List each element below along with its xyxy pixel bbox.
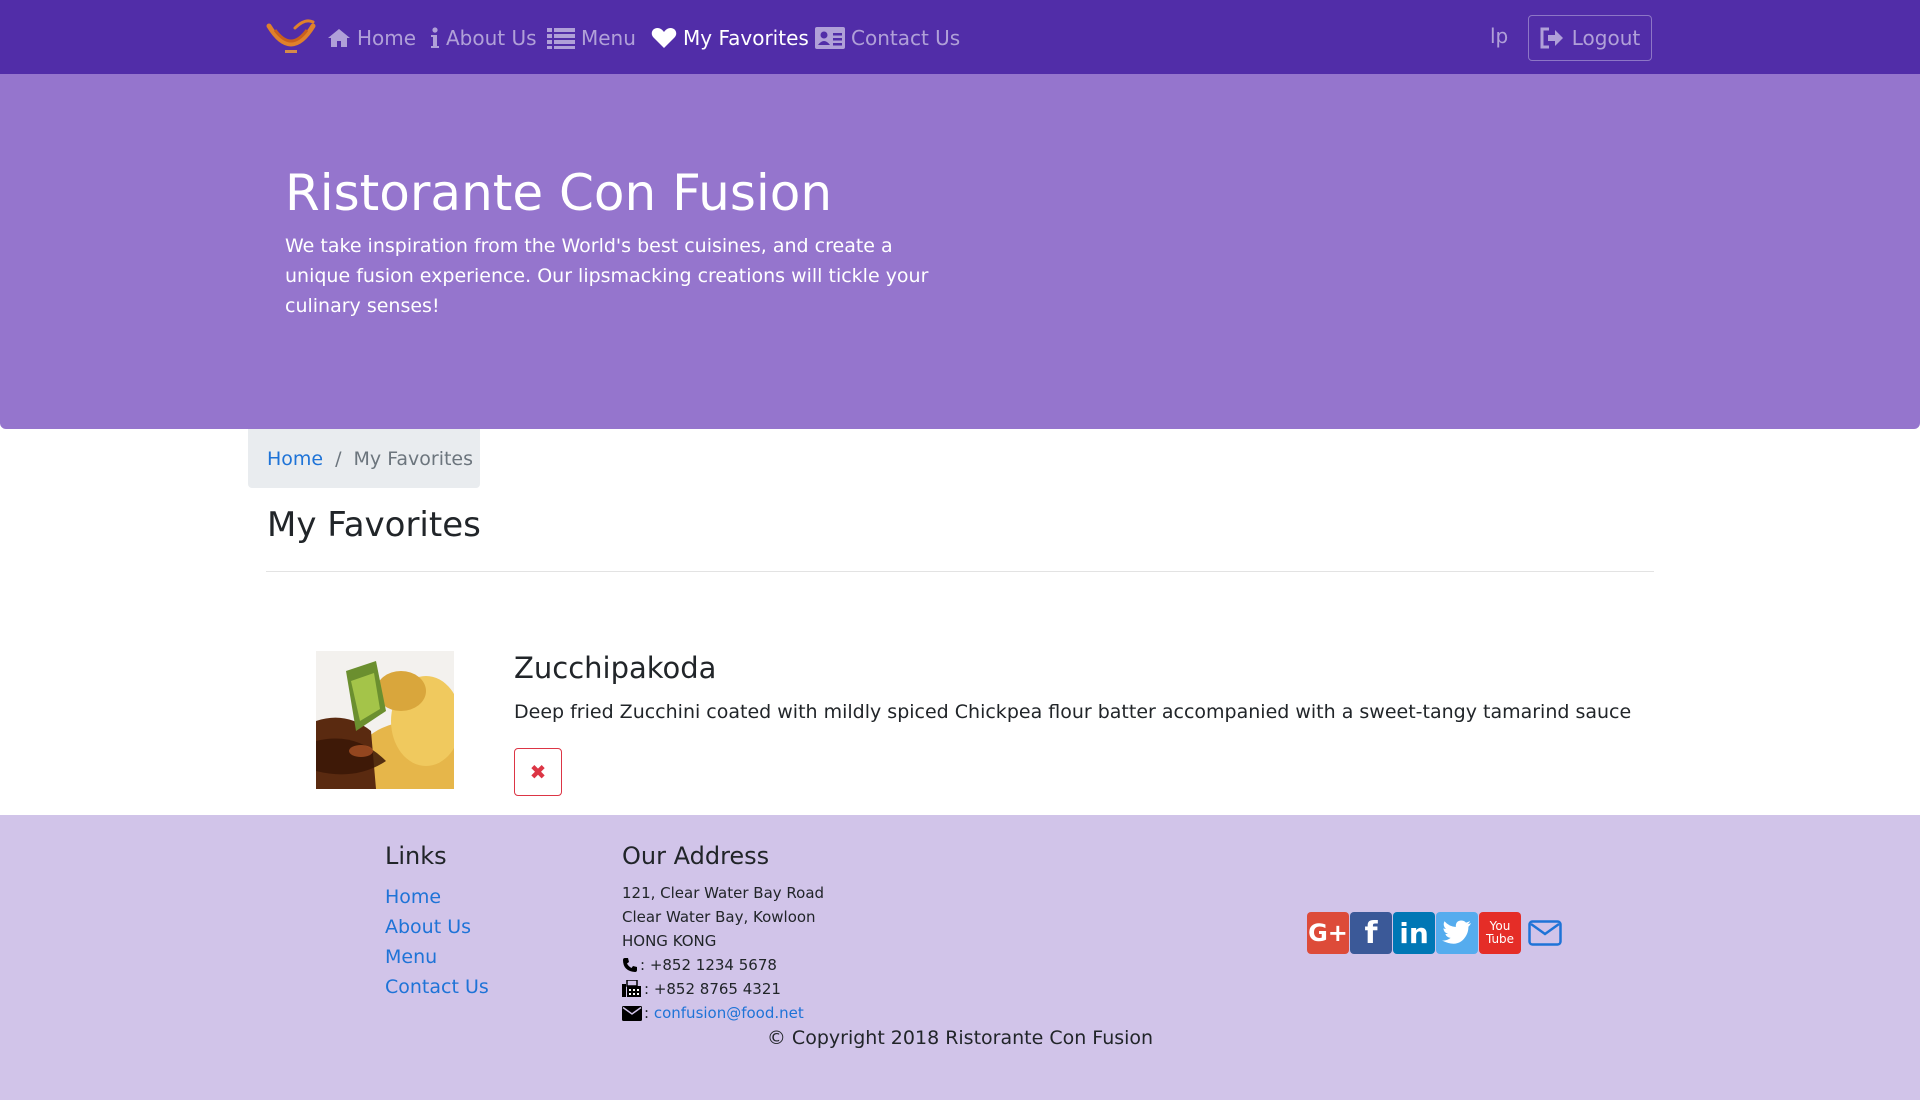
address-line: Clear Water Bay, Kowloon: [622, 908, 816, 926]
info-icon: [431, 27, 439, 48]
navbar: Home About Us Menu My Favorites Contact …: [0, 0, 1920, 74]
copyright: © Copyright 2018 Ristorante Con Fusion: [766, 1027, 1154, 1049]
address-card-icon: [815, 27, 845, 49]
restaurant-tagline: We take inspiration from the World's bes…: [285, 235, 929, 317]
nav-item-label: Home: [357, 26, 417, 50]
remove-favorite-button[interactable]: ✖: [514, 748, 562, 796]
nav-item-contact[interactable]: Contact Us: [815, 24, 960, 52]
phone-number: : +852 1234 5678: [640, 956, 777, 974]
twitter-button[interactable]: [1436, 912, 1478, 954]
username: lp: [1490, 24, 1509, 48]
breadcrumb-separator: /: [335, 447, 342, 470]
address-line: 121, Clear Water Bay Road: [622, 884, 825, 902]
twitter-icon: [1442, 920, 1471, 944]
dish-description: Deep fried Zucchini coated with mildly s…: [514, 701, 1632, 723]
facebook-icon: f: [1364, 915, 1378, 951]
phone-icon: [623, 958, 637, 972]
linkedin-icon: in: [1399, 916, 1429, 950]
footer-link-home[interactable]: Home: [385, 886, 441, 908]
footer: Links Home About Us Menu Contact Us Our …: [0, 815, 1920, 1100]
address-line: HONG KONG: [622, 932, 717, 950]
links-heading: Links: [385, 842, 447, 870]
heart-icon: [651, 28, 677, 48]
nav-item-menu[interactable]: Menu: [547, 24, 636, 52]
email-prefix: :: [644, 1004, 650, 1022]
fax-row: : +852 8765 4321: [622, 977, 824, 1001]
youtube-button[interactable]: You Tube: [1479, 912, 1521, 954]
fax-number: : +852 8765 4321: [644, 980, 781, 998]
dish-image: [316, 651, 454, 789]
nav-item-label: About Us: [446, 26, 537, 50]
facebook-button[interactable]: f: [1350, 912, 1392, 954]
nav-item-home[interactable]: Home: [327, 24, 416, 52]
footer-link-menu[interactable]: Menu: [385, 946, 437, 968]
restaurant-title: Ristorante Con Fusion: [285, 164, 833, 222]
list-item: Contact Us: [385, 972, 489, 1002]
nav-item-label: Contact Us: [851, 26, 961, 50]
close-icon: ✖: [529, 760, 547, 784]
envelope-icon: [1528, 920, 1562, 946]
divider: [266, 571, 1654, 572]
address-heading: Our Address: [622, 842, 770, 870]
fax-icon: [622, 980, 641, 997]
email-link[interactable]: confusion@food.net: [654, 1001, 804, 1025]
page-title: My Favorites: [267, 505, 481, 545]
phone-row: : +852 1234 5678: [622, 953, 824, 977]
footer-link-contact[interactable]: Contact Us: [385, 976, 489, 998]
jumbotron: Ristorante Con Fusion We take inspiratio…: [0, 74, 1920, 429]
list-item: About Us: [385, 912, 489, 942]
home-icon: [328, 29, 350, 47]
list-icon: [547, 28, 575, 49]
logout-button[interactable]: Logout: [1528, 15, 1652, 61]
email-row: : confusion@food.net: [622, 1001, 824, 1025]
email-button[interactable]: [1524, 912, 1566, 954]
nav-item-label: Menu: [581, 26, 636, 50]
nav-item-favorites[interactable]: My Favorites: [651, 24, 809, 52]
footer-links: Home About Us Menu Contact Us: [385, 882, 489, 1002]
address-block: 121, Clear Water Bay Road Clear Water Ba…: [622, 881, 824, 1025]
list-item: Home: [385, 882, 489, 912]
breadcrumb-home[interactable]: Home: [267, 448, 323, 470]
list-item: Menu: [385, 942, 489, 972]
linkedin-button[interactable]: in: [1393, 912, 1435, 954]
google-plus-button[interactable]: G+: [1307, 912, 1349, 954]
sign-out-icon: [1540, 27, 1563, 49]
nav-item-about[interactable]: About Us: [430, 24, 537, 52]
logout-label: Logout: [1571, 26, 1641, 50]
breadcrumb: Home / My Favorites: [248, 429, 480, 488]
dish-name: Zucchipakoda: [514, 651, 717, 685]
breadcrumb-current: My Favorites: [353, 447, 474, 470]
footer-link-about[interactable]: About Us: [385, 916, 471, 938]
social-links: G+ f in You Tube: [1307, 912, 1567, 954]
envelope-icon: [622, 1005, 642, 1021]
brand-logo[interactable]: [265, 16, 317, 58]
youtube-icon: Tube: [1485, 932, 1515, 946]
nav-item-label: My Favorites: [683, 26, 809, 50]
google-plus-icon: G+: [1308, 919, 1348, 947]
